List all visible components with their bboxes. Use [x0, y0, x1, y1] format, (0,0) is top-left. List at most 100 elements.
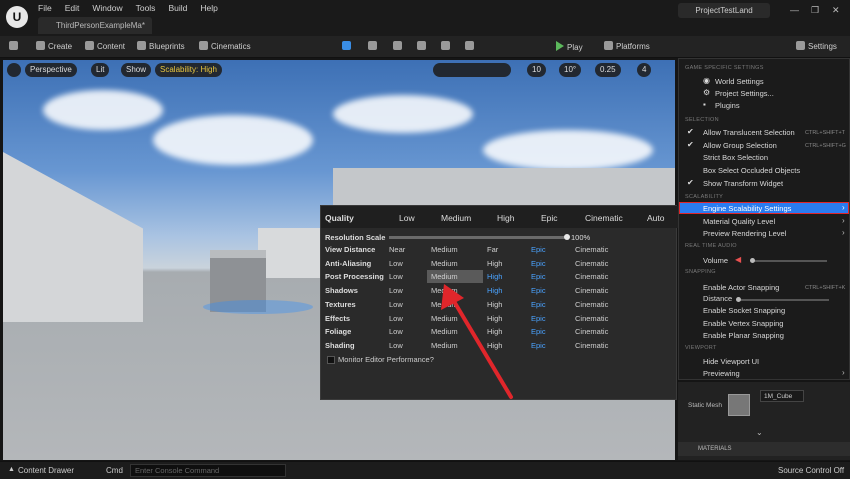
platforms-button[interactable]: Platforms [604, 41, 650, 51]
minimize-icon[interactable]: — [790, 5, 799, 15]
scalability-option[interactable]: Low [389, 314, 403, 323]
scalability-option[interactable]: Low [389, 341, 403, 350]
hamburger-icon[interactable] [7, 63, 21, 77]
scalability-option[interactable]: Epic [531, 341, 546, 350]
menu-enable-vertex[interactable]: Enable Vertex Snapping [703, 319, 783, 328]
scalability-option[interactable]: High [487, 272, 502, 281]
monitor-performance-checkbox[interactable] [327, 356, 335, 364]
materials-section-header[interactable]: MATERIALS [678, 442, 850, 456]
menu-tools[interactable]: Tools [136, 3, 156, 13]
camera-speed-value[interactable]: 4 [637, 63, 652, 77]
scalability-option[interactable]: Cinematic [575, 314, 608, 323]
resolution-scale-slider[interactable] [389, 236, 567, 239]
menu-world-settings[interactable]: World Settings [715, 77, 764, 86]
chevron-up-icon[interactable]: ▲ [8, 466, 15, 473]
cinematics-button[interactable]: Cinematics [199, 41, 251, 51]
chevron-down-icon[interactable]: ⌄ [756, 428, 763, 437]
perspective-button[interactable]: Perspective [25, 63, 77, 77]
select-mode-icon[interactable] [342, 41, 354, 51]
scalability-option[interactable]: Near [389, 245, 405, 254]
menu-plugins[interactable]: Plugins [715, 101, 740, 110]
quality-low-button[interactable]: Low [399, 213, 415, 223]
menu-allow-translucent[interactable]: Allow Translucent Selection [703, 128, 795, 137]
quality-cinematic-button[interactable]: Cinematic [585, 213, 623, 223]
menu-previewing[interactable]: Previewing [703, 369, 740, 378]
landscape-mode-icon[interactable] [368, 41, 380, 51]
menu-box-occluded[interactable]: Box Select Occluded Objects [703, 166, 800, 175]
menu-engine-scalability[interactable]: Engine Scalability Settings [703, 204, 791, 213]
volume-slider[interactable] [751, 260, 827, 262]
console-input[interactable]: Enter Console Command [130, 464, 286, 477]
mesh-asset-dropdown[interactable]: 1M_Cube [760, 390, 804, 402]
scalability-option[interactable]: Cinematic [575, 341, 608, 350]
transform-tools[interactable] [433, 63, 511, 77]
scalability-option[interactable]: Epic [531, 327, 546, 336]
scale-snap-value[interactable]: 0.25 [595, 63, 621, 77]
scalability-option[interactable]: Medium [431, 245, 458, 254]
quality-medium-button[interactable]: Medium [441, 213, 471, 223]
fracture-mode-icon[interactable] [441, 41, 453, 51]
scalability-option[interactable]: Medium [431, 300, 458, 309]
scalability-option[interactable]: Cinematic [575, 300, 608, 309]
lit-button[interactable]: Lit [91, 63, 110, 77]
scalability-option[interactable]: Epic [531, 300, 546, 309]
scalability-option[interactable]: Low [389, 300, 403, 309]
menu-enable-socket[interactable]: Enable Socket Snapping [703, 306, 785, 315]
scalability-option[interactable]: Medium [431, 314, 458, 323]
close-icon[interactable]: ✕ [832, 5, 840, 16]
menu-file[interactable]: File [38, 3, 52, 13]
scalability-option[interactable]: Low [389, 286, 403, 295]
resolution-scale-handle[interactable] [564, 234, 570, 240]
create-button[interactable]: Create [36, 41, 72, 51]
menu-build[interactable]: Build [168, 3, 187, 13]
scalability-option[interactable]: High [487, 300, 502, 309]
scalability-option[interactable]: Low [389, 259, 403, 268]
menu-allow-group[interactable]: Allow Group Selection [703, 141, 777, 150]
scalability-option[interactable]: Medium [431, 341, 458, 350]
play-button[interactable]: Play [556, 41, 583, 52]
menu-enable-planar[interactable]: Enable Planar Snapping [703, 331, 784, 340]
menu-show-transform[interactable]: Show Transform Widget [703, 179, 783, 188]
scalability-option[interactable]: Cinematic [575, 259, 608, 268]
save-icon[interactable] [9, 41, 21, 51]
scalability-option[interactable]: Epic [531, 259, 546, 268]
unreal-logo-icon[interactable]: U [6, 6, 28, 28]
scalability-option[interactable]: Medium [431, 327, 458, 336]
menu-material-quality[interactable]: Material Quality Level [703, 217, 775, 226]
scalability-option[interactable]: Cinematic [575, 272, 608, 281]
blueprints-button[interactable]: Blueprints [137, 41, 185, 51]
scalability-option[interactable]: Low [389, 327, 403, 336]
distance-slider[interactable] [737, 299, 829, 301]
scalability-option[interactable]: Epic [531, 245, 546, 254]
scalability-option[interactable]: High [487, 259, 502, 268]
speaker-muted-icon[interactable]: ◀ [735, 255, 741, 264]
source-control-status[interactable]: Source Control Off [778, 466, 844, 475]
quality-epic-button[interactable]: Epic [541, 213, 558, 223]
settings-button[interactable]: Settings [796, 41, 837, 51]
scalability-option[interactable]: Low [389, 272, 403, 281]
distance-slider-handle[interactable] [736, 297, 741, 302]
menu-enable-actor-snapping[interactable]: Enable Actor Snapping [703, 283, 779, 292]
scalability-option[interactable]: Cinematic [575, 286, 608, 295]
menu-edit[interactable]: Edit [65, 3, 80, 13]
volume-slider-handle[interactable] [750, 258, 755, 263]
menu-strict-box[interactable]: Strict Box Selection [703, 153, 768, 162]
scalability-option[interactable]: High [487, 314, 502, 323]
menu-help[interactable]: Help [200, 3, 217, 13]
mesh-thumbnail[interactable] [728, 394, 750, 416]
foliage-mode-icon[interactable] [393, 41, 405, 51]
maximize-icon[interactable]: ❐ [811, 5, 819, 16]
brush-edit-icon[interactable] [465, 41, 477, 51]
scalability-option[interactable]: High [487, 341, 502, 350]
show-button[interactable]: Show [121, 63, 152, 77]
scalability-option[interactable]: Cinematic [575, 327, 608, 336]
scalability-option[interactable]: Epic [531, 286, 546, 295]
scalability-badge[interactable]: Scalability: High [155, 63, 222, 77]
menu-window[interactable]: Window [92, 3, 122, 13]
menu-preview-rendering[interactable]: Preview Rendering Level [703, 229, 786, 238]
quality-auto-button[interactable]: Auto [647, 213, 665, 223]
grid-snap-value[interactable]: 10 [527, 63, 546, 77]
rotation-snap-value[interactable]: 10° [559, 63, 582, 77]
scalability-option[interactable]: High [487, 327, 502, 336]
cmd-button[interactable]: Cmd [106, 466, 123, 475]
